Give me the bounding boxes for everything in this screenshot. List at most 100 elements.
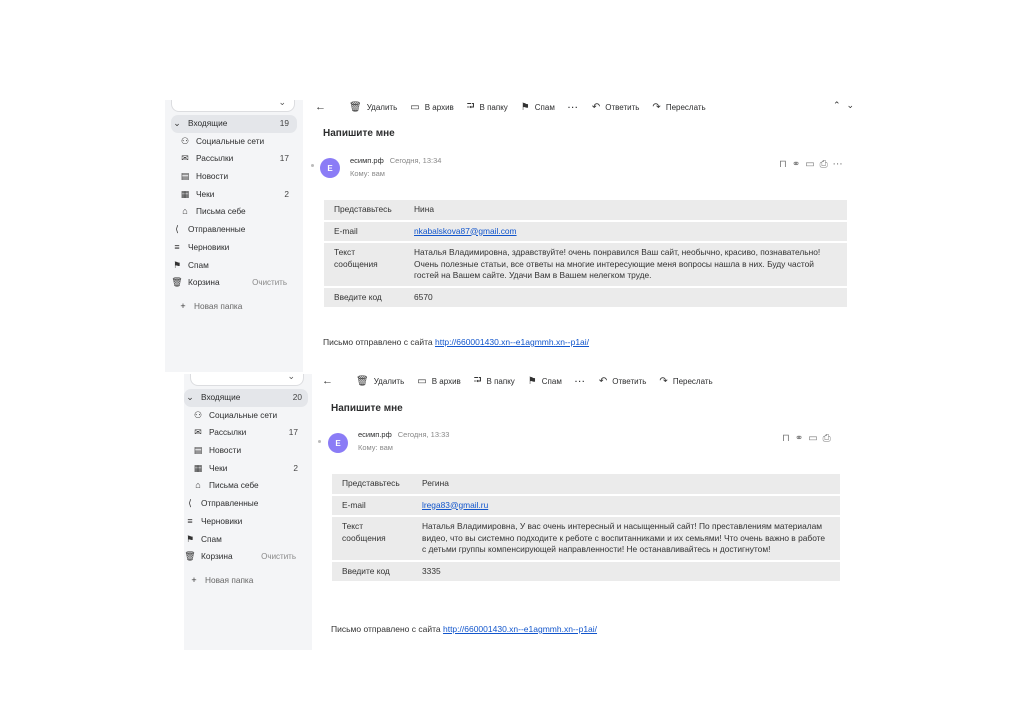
- move-label: В папку: [479, 102, 508, 112]
- sidebar-item-receipts[interactable]: ▦ Чеки 2: [184, 460, 312, 478]
- trash-icon: 🗑: [171, 277, 183, 288]
- back-button[interactable]: ←: [322, 375, 333, 387]
- archive-button[interactable]: ▭ В архив: [410, 102, 454, 113]
- forward-icon: ↷: [652, 101, 661, 113]
- delete-label: Удалить: [373, 376, 405, 386]
- sender-name[interactable]: есимп.рф: [358, 430, 392, 439]
- sidebar: ⌄ ⌄ Входящие 20 ⚇ Социальные сети ✉ Рассылки…: [184, 374, 312, 650]
- sidebar-item-label: Новости: [209, 445, 242, 456]
- sidebar-item-drafts[interactable]: ≡ Черновики: [165, 239, 303, 257]
- reply-button[interactable]: ↶ Ответить: [592, 102, 640, 113]
- sidebar-item-label: Отправленные: [188, 224, 246, 235]
- mail-screenshot-2: ⌄ ⌄ Входящие 20 ⚇ Социальные сети ✉ Рассылки…: [184, 374, 842, 650]
- new-folder-button[interactable]: + Новая папка: [165, 298, 303, 316]
- table-row: Текст сообщения Наталья Владимировна, здр…: [324, 243, 847, 286]
- sidebar-item-news[interactable]: ▤ Новости: [184, 442, 312, 460]
- sidebar-item-label: Входящие: [201, 392, 241, 402]
- unread-count: 19: [279, 118, 289, 128]
- archive-button[interactable]: ▭ В архив: [417, 376, 461, 387]
- drafts-icon: ≡: [187, 515, 193, 526]
- spam-button[interactable]: ⚑ Спам: [521, 102, 555, 113]
- archive-icon: ▭: [410, 101, 420, 113]
- forward-button[interactable]: ↷ Переслать: [652, 102, 705, 113]
- spam-button[interactable]: ⚑ Спам: [528, 376, 562, 387]
- bookmark-icon[interactable]: ⊓: [782, 433, 795, 444]
- archive-icon: ▭: [417, 375, 427, 387]
- table-row: Введите код 6570: [324, 287, 847, 307]
- archive-icon[interactable]: ▭: [808, 433, 822, 444]
- link-icon[interactable]: ⚭: [792, 159, 805, 170]
- message-toolbar: ← 🗑 Удалить ▭ В архив ⮒ В папку ⚑ Спам ··· ↶…: [315, 100, 719, 114]
- sidebar-item-newsletters[interactable]: ✉ Рассылки 17: [165, 150, 303, 168]
- field-key: Представьтесь: [324, 200, 404, 220]
- field-value: lrega83@gmail.ru: [412, 495, 840, 515]
- plus-icon: +: [180, 300, 186, 311]
- message-time: Сегодня, 13:34: [389, 156, 442, 165]
- sidebar-item-social[interactable]: ⚇ Социальные сети: [165, 133, 303, 151]
- newsletter-icon: ✉: [181, 153, 189, 164]
- sidebar-item-sent[interactable]: ⟨ Отправленные: [184, 495, 312, 513]
- sidebar-item-trash[interactable]: 🗑 Корзина Очистить: [165, 274, 303, 292]
- more-icon[interactable]: ⋯: [833, 159, 848, 170]
- email-link[interactable]: lrega83@gmail.ru: [422, 500, 488, 510]
- sidebar-item-label: Черновики: [201, 515, 243, 526]
- news-icon: ▤: [180, 171, 190, 182]
- delete-button[interactable]: 🗑 Удалить: [349, 102, 397, 113]
- sidebar-item-spam[interactable]: ⚑ Спам: [184, 531, 312, 549]
- forward-button[interactable]: ↷ Переслать: [659, 376, 712, 387]
- folder-list: ⌄ Входящие 19 ⚇ Социальные сети ✉ Рассылки 17…: [165, 115, 303, 316]
- bookmark-icon[interactable]: ⊓: [779, 159, 792, 170]
- sidebar-item-receipts[interactable]: ▦ Чеки 2: [165, 186, 303, 204]
- sidebar-item-social[interactable]: ⚇ Социальные сети: [184, 407, 312, 425]
- more-button[interactable]: ···: [575, 377, 586, 386]
- sender-name[interactable]: есимп.рф: [350, 156, 384, 165]
- sidebar-item-newsletters[interactable]: ✉ Рассылки 17: [184, 424, 312, 442]
- compose-button[interactable]: ⌄: [171, 100, 295, 112]
- sidebar-item-to-self[interactable]: ⌂ Письма себе: [184, 477, 312, 495]
- link-icon[interactable]: ⚭: [795, 433, 808, 444]
- sidebar-item-news[interactable]: ▤ Новости: [165, 168, 303, 186]
- print-icon[interactable]: ⎙: [823, 433, 836, 444]
- sidebar-item-sent[interactable]: ⟨ Отправленные: [165, 221, 303, 239]
- spam-label: Спам: [534, 102, 555, 112]
- new-folder-button[interactable]: + Новая папка: [184, 572, 312, 590]
- table-row: Представьтесь Регина: [332, 474, 840, 494]
- chevron-up-icon[interactable]: ⌃: [833, 100, 847, 110]
- sidebar-item-inbox[interactable]: ⌄ Входящие 20: [184, 389, 308, 407]
- more-icon: ···: [567, 102, 579, 112]
- clear-trash-button[interactable]: Очистить: [261, 548, 296, 566]
- more-button[interactable]: ···: [568, 103, 579, 112]
- compose-button[interactable]: ⌄: [190, 374, 304, 386]
- avatar: E: [320, 158, 340, 178]
- delete-button[interactable]: 🗑 Удалить: [356, 376, 404, 387]
- sidebar-item-trash[interactable]: 🗑 Корзина Очистить: [184, 548, 312, 566]
- sidebar-item-inbox[interactable]: ⌄ Входящие 19: [171, 115, 297, 133]
- sidebar-item-drafts[interactable]: ≡ Черновики: [184, 513, 312, 531]
- chevron-down-icon[interactable]: ⌄: [847, 100, 861, 110]
- email-link[interactable]: nkabalskova87@gmail.com: [414, 226, 517, 236]
- table-row: Введите код 3335: [332, 561, 840, 581]
- print-icon[interactable]: ⎙: [820, 159, 833, 170]
- archive-icon[interactable]: ▭: [805, 159, 819, 170]
- reply-button[interactable]: ↶ Ответить: [599, 376, 647, 387]
- site-link[interactable]: http://660001430.xn--e1agmmh.xn--p1ai/: [443, 624, 597, 634]
- table-row: E-mail nkabalskova87@gmail.com: [324, 221, 847, 241]
- mail-screenshot-1: ⌄ ⌄ Входящие 19 ⚇ Социальные сети ✉ Рассылки…: [165, 100, 865, 372]
- chevron-down-icon: ⌄: [173, 118, 181, 128]
- sender-line: есимп.рф Сегодня, 13:33: [358, 430, 449, 439]
- archive-label: В архив: [424, 102, 454, 112]
- arrow-left-icon: ←: [315, 101, 326, 113]
- spam-icon: ⚑: [520, 101, 530, 113]
- back-button[interactable]: ←: [315, 101, 326, 113]
- site-link[interactable]: http://660001430.xn--e1agmmh.xn--p1ai/: [435, 337, 589, 347]
- sidebar-item-to-self[interactable]: ⌂ Письма себе: [165, 203, 303, 221]
- trash-icon: 🗑: [184, 551, 196, 562]
- move-to-folder-button[interactable]: ⮒ В папку: [474, 374, 515, 390]
- clear-trash-button[interactable]: Очистить: [252, 274, 287, 292]
- message-subject: Напишите мне: [323, 128, 395, 139]
- sidebar-item-label: Письма себе: [196, 206, 246, 217]
- receipt-icon: ▦: [180, 188, 190, 199]
- move-to-folder-button[interactable]: ⮒ В папку: [467, 100, 508, 116]
- sidebar-item-spam[interactable]: ⚑ Спам: [165, 257, 303, 275]
- message-time: Сегодня, 13:33: [397, 430, 450, 439]
